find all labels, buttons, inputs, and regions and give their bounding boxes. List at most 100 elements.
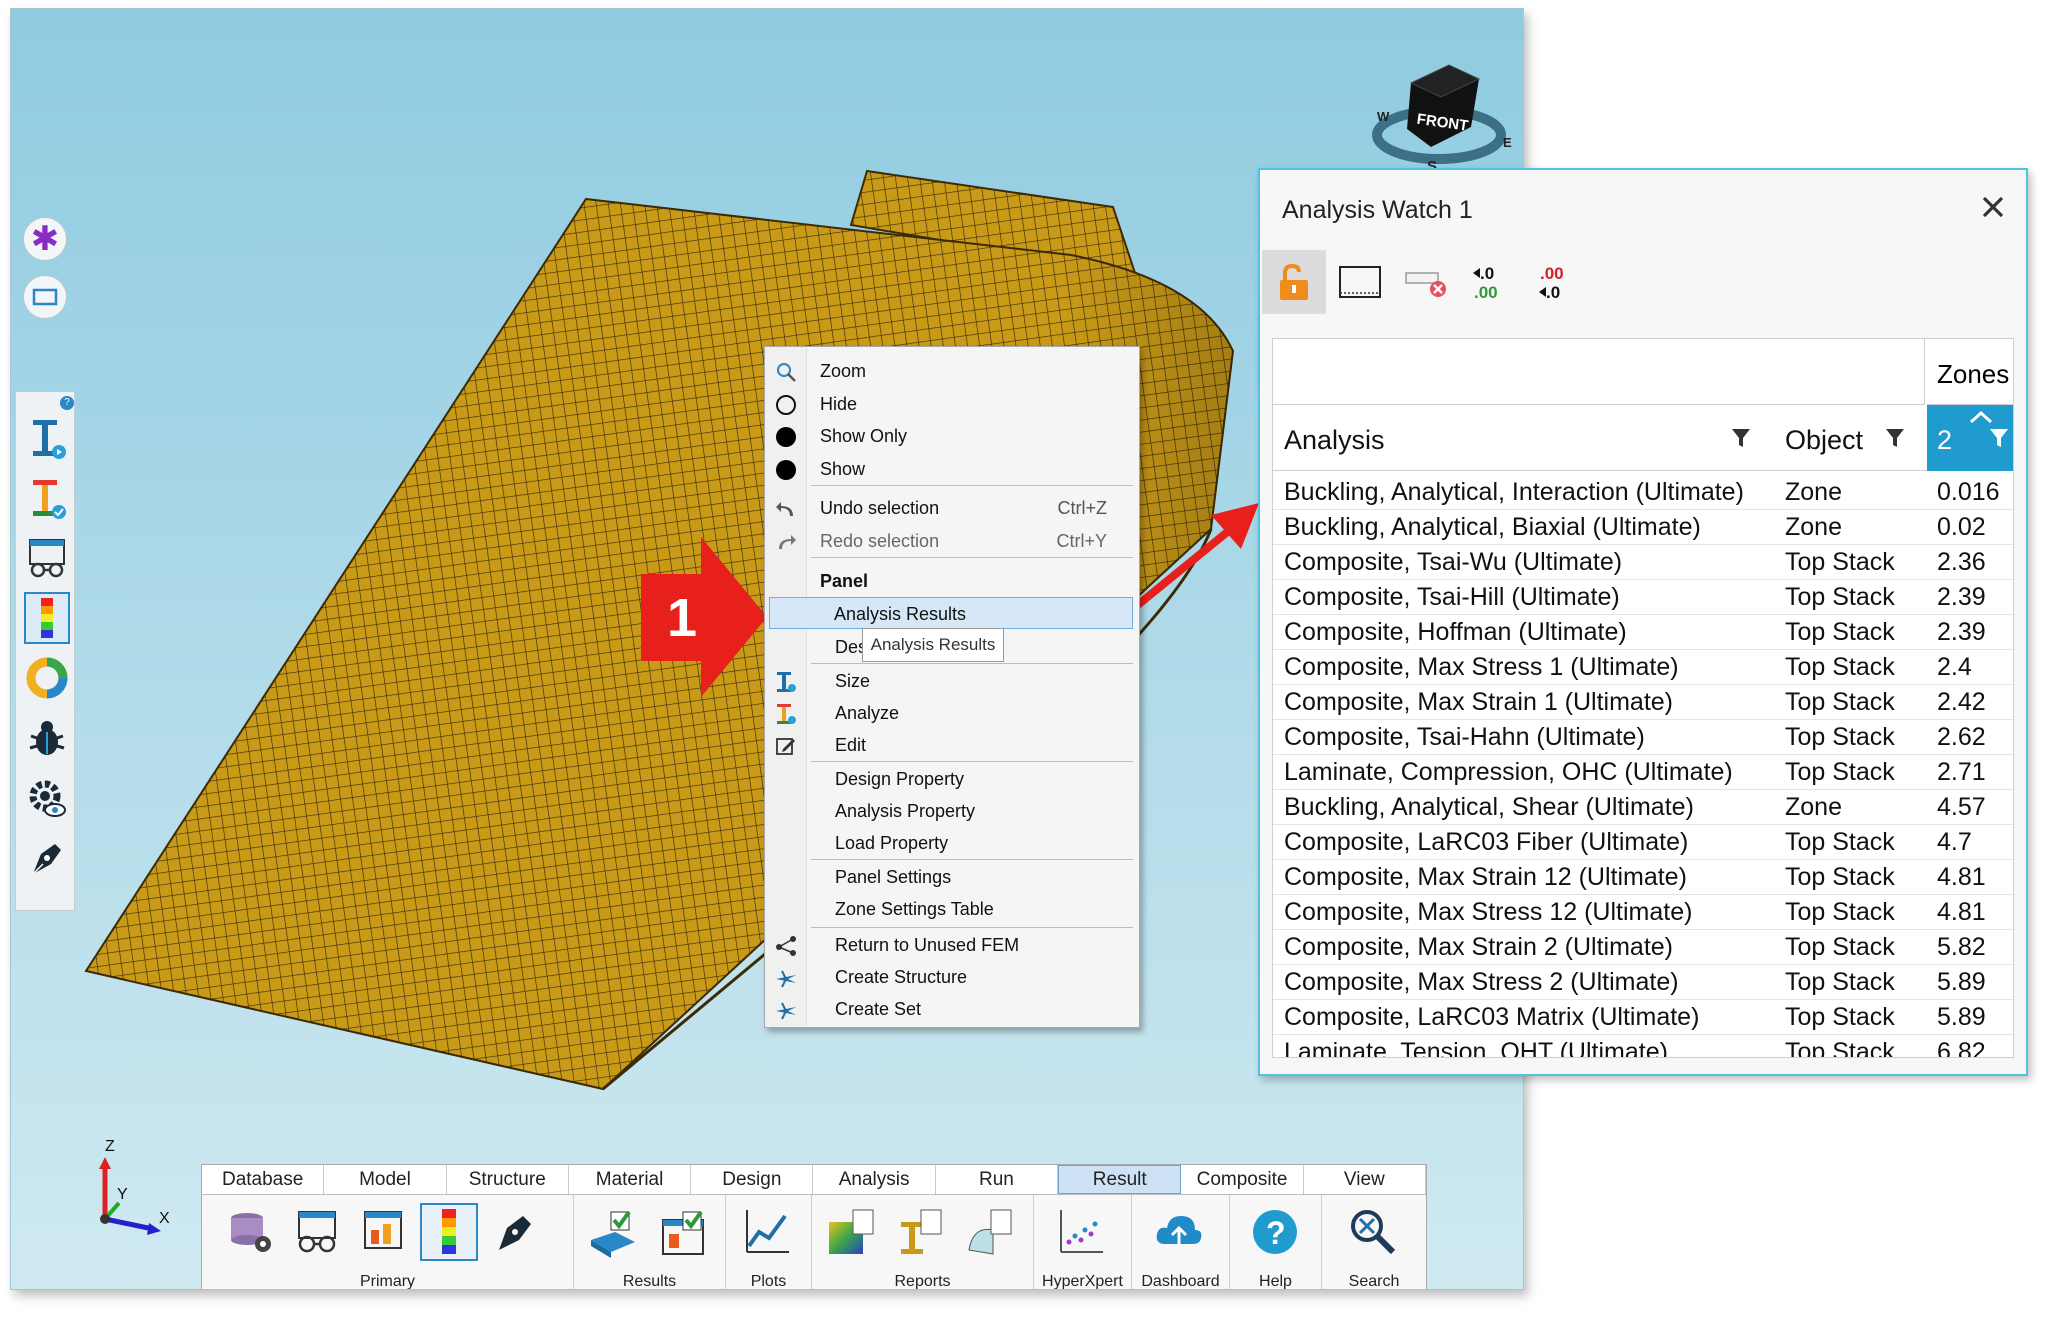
tab-design[interactable]: Design — [691, 1165, 814, 1194]
contour-button[interactable] — [420, 1203, 478, 1261]
group-label-dashboard: Dashboard — [1141, 1273, 1220, 1290]
table-row[interactable]: Laminate, Compression, OHC (Ultimate) Top… — [1273, 755, 2013, 790]
ribbon-group-hyperxpert: HyperXpert — [1034, 1195, 1132, 1290]
analyze-tool-button[interactable] — [24, 472, 70, 524]
menu-item-analyze[interactable]: Analyze — [765, 697, 1139, 729]
menu-item-analysis-property[interactable]: Analysis Property — [765, 795, 1139, 827]
contour-report-button[interactable] — [822, 1203, 880, 1261]
table-row[interactable]: Buckling, Analytical, Shear (Ultimate) Zo… — [1273, 790, 2013, 825]
tab-model[interactable]: Model — [324, 1165, 447, 1194]
tab-view[interactable]: View — [1303, 1165, 1426, 1194]
menu-item-hide[interactable]: Hide — [765, 388, 1139, 420]
dashboard-button[interactable] — [1150, 1203, 1208, 1261]
cloud-upload-icon — [1156, 1216, 1202, 1246]
menu-item-zoom[interactable]: Zoom — [765, 355, 1139, 387]
tab-material[interactable]: Material — [568, 1165, 692, 1194]
table-row[interactable]: Composite, Tsai-Hill (Ultimate) Top Stack… — [1273, 580, 2013, 615]
table-row[interactable]: Composite, Tsai-Hahn (Ultimate) Top Stack… — [1273, 720, 2013, 755]
tab-composite[interactable]: Composite — [1181, 1165, 1304, 1194]
box-select-button[interactable] — [23, 275, 67, 319]
search-icon — [1351, 1210, 1396, 1255]
object-filter-icon[interactable] — [1885, 425, 1905, 449]
tab-analysis[interactable]: Analysis — [813, 1165, 936, 1194]
table-row[interactable]: Composite, Max Stress 12 (Ultimate) Top S… — [1273, 895, 2013, 930]
table-row[interactable]: Composite, Max Stress 1 (Ultimate) Top St… — [1273, 650, 2013, 685]
settings-view-button[interactable] — [24, 772, 70, 824]
menu-item-edit[interactable]: Edit — [765, 729, 1139, 761]
results-summary-button[interactable] — [656, 1203, 714, 1261]
beam-analyze-icon — [33, 480, 66, 519]
size-icon — [773, 669, 799, 695]
table-row[interactable]: Composite, Tsai-Wu (Ultimate) Top Stack 2.… — [1273, 545, 2013, 580]
help-badge-icon[interactable]: ? — [60, 396, 74, 410]
table-row[interactable]: Composite, Max Strain 2 (Ultimate) Top St… — [1273, 930, 2013, 965]
tab-database[interactable]: Database — [202, 1165, 325, 1194]
sort-ascending-icon[interactable] — [1967, 409, 1995, 425]
contour-report-icon — [829, 1209, 874, 1254]
beam-report-button[interactable] — [890, 1203, 948, 1261]
report-window-button[interactable] — [354, 1203, 412, 1261]
search-button[interactable] — [1344, 1203, 1402, 1261]
size-tool-button[interactable] — [24, 412, 70, 464]
donut-chart-icon — [26, 657, 68, 699]
increase-decimals-button[interactable]: .00.0 — [1526, 250, 1590, 314]
zone-filter-icon[interactable] — [1989, 425, 2009, 449]
menu-item-create-structure[interactable]: Create Structure — [765, 961, 1139, 993]
watch-tool-button[interactable] — [24, 532, 70, 584]
menu-item-return-to-unused-fem[interactable]: Return to Unused FEM — [765, 929, 1139, 961]
group-label-search: Search — [1348, 1273, 1400, 1290]
hyperxpert-button[interactable] — [1052, 1203, 1110, 1261]
table-row[interactable]: Composite, Hoffman (Ultimate) Top Stack 2.… — [1273, 615, 2013, 650]
analysis-filter-icon[interactable] — [1731, 425, 1751, 449]
contour-tool-button[interactable] — [24, 592, 70, 644]
sketch-button[interactable] — [486, 1203, 544, 1261]
close-icon[interactable] — [1976, 190, 2010, 224]
table-row[interactable]: Composite, LaRC03 Matrix (Ultimate) Top S… — [1273, 1000, 2013, 1035]
menu-item-show-only[interactable]: Show Only — [765, 420, 1139, 452]
menu-item-create-set[interactable]: Create Set — [765, 993, 1139, 1025]
menu-item-analysis-results[interactable]: Analysis Results — [769, 597, 1133, 629]
table-row[interactable]: Buckling, Analytical, Biaxial (Ultimate)… — [1273, 510, 2013, 545]
menu-item-load-property[interactable]: Load Property — [765, 827, 1139, 859]
menu-item-redo-selection[interactable]: Redo selection Ctrl+Y — [765, 525, 1139, 557]
step-number-label: 1 — [667, 588, 698, 648]
lock-toggle-button[interactable] — [1262, 250, 1326, 314]
svg-text:.00: .00 — [1474, 283, 1498, 302]
remove-selection-button[interactable] — [1394, 250, 1458, 314]
return-fem-icon — [773, 933, 799, 959]
tab-run[interactable]: Run — [935, 1165, 1059, 1194]
table-row[interactable]: Composite, Max Strain 12 (Ultimate) Top S… — [1273, 860, 2013, 895]
debug-tool-button[interactable] — [24, 712, 70, 764]
menu-item-size[interactable]: Size — [765, 665, 1139, 697]
select-region-button[interactable] — [1328, 250, 1392, 314]
menu-item-design-property[interactable]: Design Property — [765, 763, 1139, 795]
grid-column-headers: Analysis Object 2 — [1273, 405, 2013, 471]
results-table-button[interactable] — [584, 1203, 642, 1261]
database-settings-button[interactable] — [222, 1203, 280, 1261]
menu-item-panel-settings[interactable]: Panel Settings — [765, 861, 1139, 893]
watch-window-button[interactable] — [288, 1203, 346, 1261]
menu-item-undo-selection[interactable]: Undo selection Ctrl+Z — [765, 492, 1139, 524]
shape-report-button[interactable] — [960, 1203, 1018, 1261]
table-row[interactable]: Composite, LaRC03 Fiber (Ultimate) Top St… — [1273, 825, 2013, 860]
help-button[interactable]: ? — [1246, 1203, 1304, 1261]
menu-item-zone-settings-table[interactable]: Zone Settings Table — [765, 893, 1139, 925]
plots-button[interactable] — [738, 1203, 796, 1261]
table-row[interactable]: Composite, Max Strain 1 (Ultimate) Top St… — [1273, 685, 2013, 720]
decrease-decimals-button[interactable]: .0.00 — [1460, 250, 1524, 314]
navigation-cube[interactable]: FRONT W E S — [1367, 57, 1517, 177]
column-header-analysis[interactable]: Analysis — [1273, 405, 1773, 471]
table-row[interactable]: Buckling, Analytical, Interaction (Ultim… — [1273, 475, 2013, 510]
table-row[interactable]: Laminate, Tension, OHT (Ultimate) Top Sta… — [1273, 1035, 2013, 1057]
pick-mode-button[interactable]: ✱ — [23, 217, 67, 261]
sketch-tool-button[interactable] — [24, 832, 70, 884]
group-label-primary: Primary — [359, 1273, 416, 1290]
table-row[interactable]: Composite, Max Stress 2 (Ultimate) Top St… — [1273, 965, 2013, 1000]
tab-result[interactable]: Result — [1058, 1165, 1182, 1194]
menu-item-show[interactable]: Show — [765, 453, 1139, 485]
group-label-hyperxpert: HyperXpert — [1042, 1273, 1123, 1290]
ribbon-group-plots: Plots — [726, 1195, 812, 1289]
menu-header-panel: Panel — [820, 571, 869, 591]
ring-tool-button[interactable] — [24, 652, 70, 704]
tab-structure[interactable]: Structure — [446, 1165, 569, 1194]
